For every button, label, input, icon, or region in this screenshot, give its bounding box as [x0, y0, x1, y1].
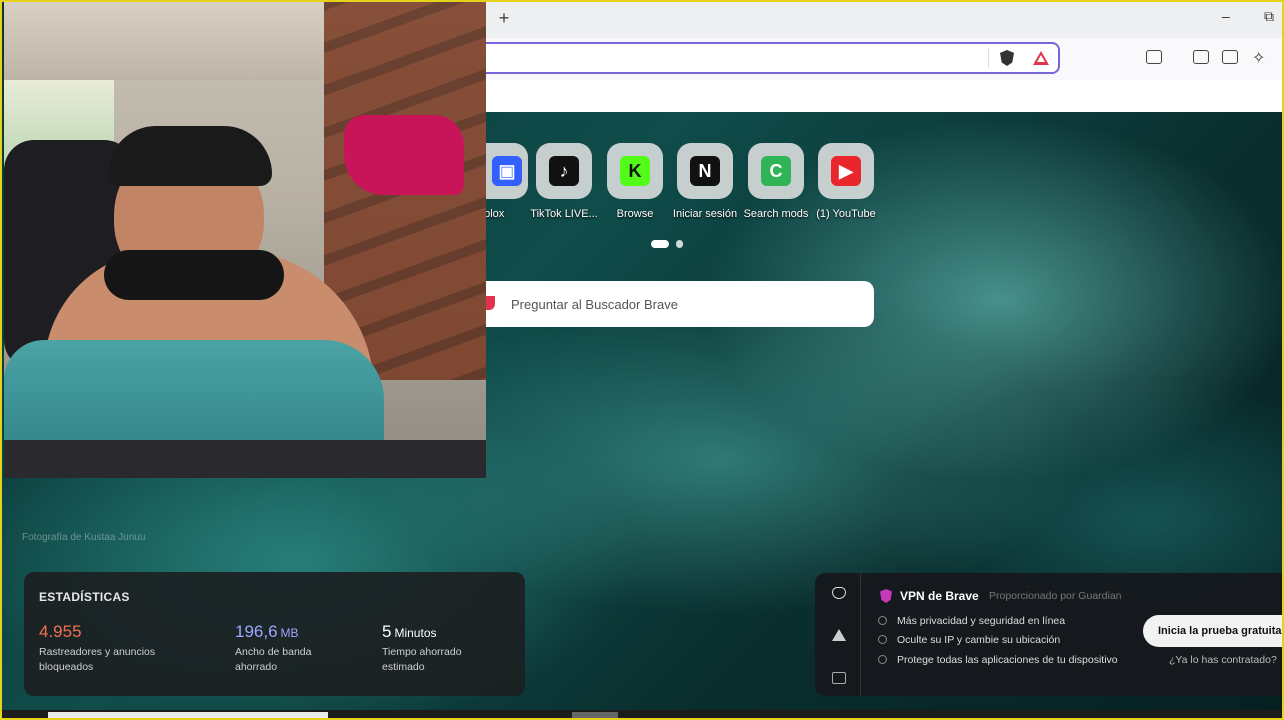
vpn-title: VPN de Brave — [900, 589, 979, 603]
kick-icon: K — [620, 156, 650, 186]
shortcut-tile[interactable]: ♪ — [536, 143, 592, 199]
maximize-button[interactable]: ⧉ — [1264, 8, 1274, 25]
webcam-desk — [4, 440, 486, 478]
time-unit: Minutos — [394, 626, 437, 640]
tab-bar — [486, 0, 1284, 38]
bandwidth-number: 196,6 — [235, 622, 278, 641]
leo-ai-icon[interactable]: ✧ — [1252, 48, 1265, 68]
webcam-overlay — [4, 0, 486, 478]
notion-icon: N — [690, 156, 720, 186]
bandwidth-unit: MB — [280, 626, 299, 640]
webcam-person-hair — [108, 126, 272, 186]
new-tab-button[interactable]: + — [496, 8, 512, 29]
address-bar-divider — [988, 48, 989, 68]
talk-tab-icon[interactable] — [832, 672, 846, 684]
pager-dot-active[interactable] — [651, 240, 669, 248]
bookmarks-bar — [486, 80, 1284, 112]
trackers-blocked-value: 4.955 — [39, 622, 82, 642]
shortcut-tile[interactable]: ▣ — [486, 143, 528, 199]
sidebar-icon[interactable] — [1193, 50, 1209, 64]
brave-rewards-icon[interactable] — [1033, 51, 1049, 65]
reader-mode-icon[interactable] — [1146, 50, 1162, 64]
address-bar[interactable] — [486, 42, 1060, 74]
minimize-button[interactable]: – — [1222, 8, 1230, 24]
bandwidth-saved-value: 196,6 MB — [235, 622, 299, 642]
time-number: 5 — [382, 622, 392, 641]
wallet-icon[interactable] — [1222, 50, 1238, 64]
search-placeholder: Preguntar al Buscador Brave — [511, 297, 678, 312]
shortcut-tile[interactable]: K — [607, 143, 663, 199]
trackers-blocked-label: Rastreadores y anuncios bloqueados — [39, 646, 156, 673]
pager-dot[interactable] — [676, 240, 683, 248]
trackers-count: 4.955 — [39, 622, 82, 641]
check-icon — [878, 635, 887, 644]
curseforge-icon: C — [761, 156, 791, 186]
shortcut-tile[interactable]: ▶ — [818, 143, 874, 199]
webcam-headphones — [104, 250, 284, 300]
vpn-feature: Protege todas las aplicaciones de tu dis… — [897, 654, 1118, 666]
start-trial-button[interactable]: Inicia la prueba gratuita — [1143, 615, 1284, 647]
tiktok-icon: ♪ — [549, 156, 579, 186]
vpn-provider: Proporcionado por Guardian — [989, 590, 1122, 602]
photo-credit[interactable]: Fotografía de Kustaa Junuu — [22, 532, 145, 543]
taskbar-app[interactable] — [572, 712, 618, 720]
shortcut-label[interactable]: Iniciar sesión — [669, 208, 741, 220]
shortcut-label[interactable]: TikTok LIVE... — [528, 208, 600, 220]
shortcut-tile[interactable]: N — [677, 143, 733, 199]
shortcut-label[interactable]: (1) YouTube — [810, 208, 882, 220]
bandwidth-saved-label: Ancho de banda ahorrado — [235, 646, 312, 673]
vpn-feature: Oculte su IP y cambie su ubicación — [897, 634, 1061, 646]
vpn-feature: Más privacidad y seguridad en línea — [897, 615, 1066, 627]
time-saved-value: 5 Minutos — [382, 622, 437, 642]
webcam-pink-cloth — [344, 115, 464, 195]
already-purchased-link[interactable]: ¿Ya lo has contratado? — [1169, 654, 1277, 666]
shortcut-label[interactable]: Search mods — [740, 208, 812, 220]
roblox-icon: ▣ — [492, 156, 522, 186]
taskbar-app[interactable] — [48, 712, 328, 720]
shortcut-tile[interactable]: C — [748, 143, 804, 199]
time-saved-label: Tiempo ahorrado estimado — [382, 646, 462, 673]
rewards-tab-icon[interactable] — [832, 629, 846, 641]
check-icon — [878, 616, 887, 625]
check-icon — [878, 655, 887, 664]
stats-title: ESTADÍSTICAS — [39, 590, 130, 604]
youtube-icon: ▶ — [831, 156, 861, 186]
shortcut-label[interactable]: Browse — [599, 208, 671, 220]
